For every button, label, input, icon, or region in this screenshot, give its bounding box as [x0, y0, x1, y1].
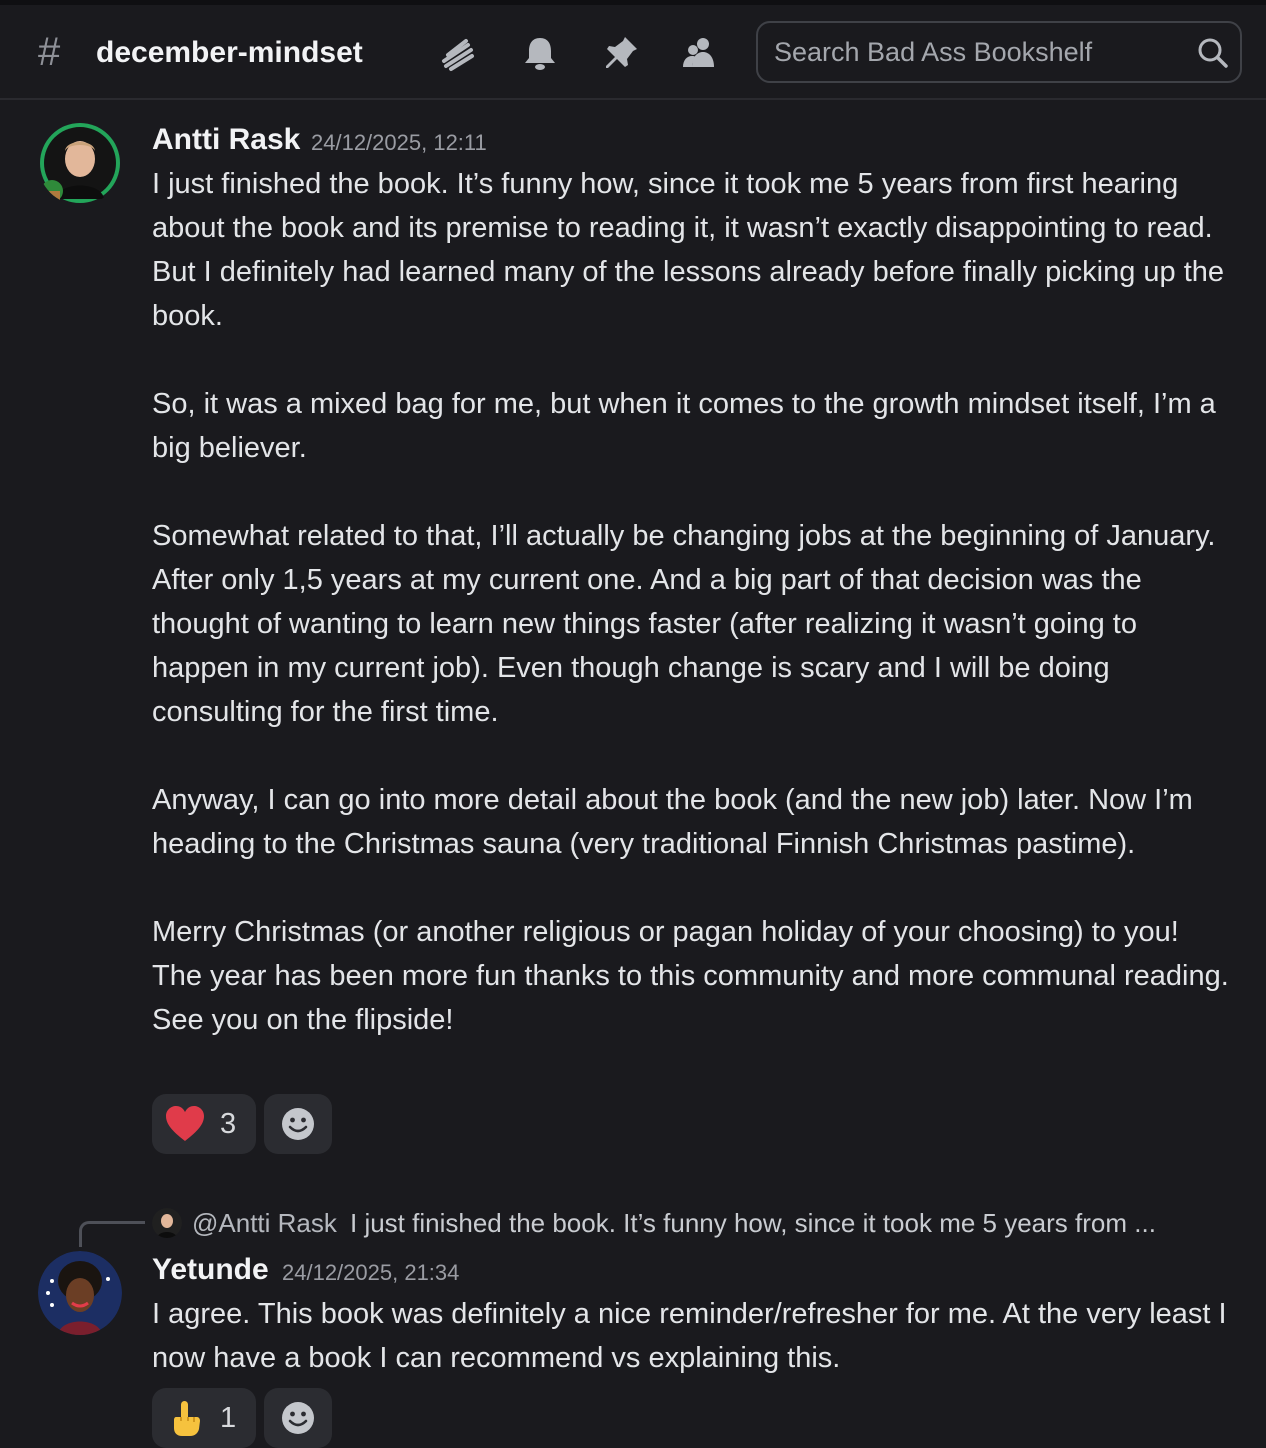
channel-name: december-mindset [96, 36, 363, 69]
message-timestamp: 24/12/2025, 12:11 [311, 130, 487, 155]
hashtag-icon: # [38, 30, 61, 74]
message-paragraph: Anyway, I can go into more detail about … [152, 784, 1193, 860]
reply-avatar [152, 1208, 182, 1238]
channel-header: # december-mindset Search Bad Ass Booksh… [0, 5, 1266, 100]
message-paragraph: So, it was a mixed bag for me, but when … [152, 388, 1216, 464]
reaction-count: 1 [220, 1402, 237, 1434]
message-paragraph: Merry Christmas (or another religious or… [152, 916, 1229, 1036]
threads-icon[interactable] [438, 33, 478, 73]
index-pointing-up-icon [174, 1401, 200, 1436]
heart-icon [166, 1106, 204, 1141]
message-paragraph: I agree. This book was definitely a nice… [152, 1298, 1227, 1374]
message-author[interactable]: Antti Rask [152, 122, 300, 158]
avatar[interactable] [38, 1251, 122, 1335]
smile-icon [282, 1402, 314, 1434]
add-reaction-button[interactable] [264, 1388, 332, 1448]
message-timestamp: 24/12/2025, 21:34 [282, 1260, 460, 1285]
search-placeholder: Search Bad Ass Bookshelf [774, 37, 1093, 67]
reaction-count: 3 [220, 1108, 237, 1140]
search-input[interactable]: Search Bad Ass Bookshelf [756, 21, 1242, 83]
message-paragraph: Somewhat related to that, I’ll actually … [152, 520, 1216, 728]
reply-preview[interactable]: I just finished the book. It’s funny how… [350, 1205, 1156, 1241]
message-content: I just finished the book. It’s funny how… [152, 162, 1232, 1042]
message-paragraph: I just finished the book. It’s funny how… [152, 168, 1225, 332]
smile-icon [282, 1108, 314, 1140]
reaction-pointing-up[interactable]: 1 [152, 1388, 256, 1448]
reply-mention[interactable]: @Antti Rask [192, 1205, 337, 1241]
bell-icon[interactable] [520, 33, 560, 73]
search-icon[interactable] [1196, 36, 1230, 70]
message-content: I agree. This book was definitely a nice… [152, 1292, 1232, 1380]
add-reaction-button[interactable] [264, 1094, 332, 1154]
message-author[interactable]: Yetunde [152, 1252, 269, 1288]
pin-icon[interactable] [601, 33, 641, 73]
avatar[interactable] [38, 121, 122, 205]
members-icon[interactable] [680, 33, 720, 73]
reaction-heart[interactable]: 3 [152, 1094, 256, 1154]
reply-connector [79, 1221, 145, 1247]
